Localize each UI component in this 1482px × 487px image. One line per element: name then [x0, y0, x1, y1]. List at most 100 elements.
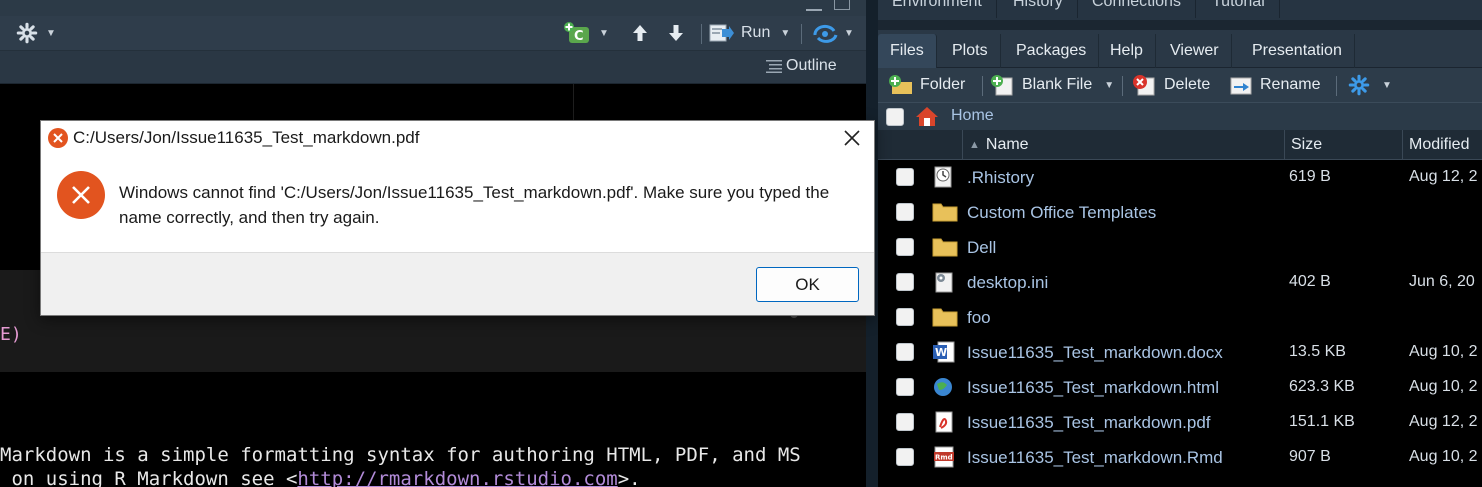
insert-chunk-icon: C	[564, 22, 589, 44]
file-modified: Aug 10, 2	[1409, 343, 1478, 360]
publish-button[interactable]: ▼	[812, 23, 854, 43]
file-name-link[interactable]: Issue11635_Test_markdown.html	[967, 378, 1219, 398]
rmd-file-icon: Rmd	[932, 446, 956, 468]
file-name-link[interactable]: Issue11635_Test_markdown.Rmd	[967, 448, 1223, 468]
svg-text:C: C	[574, 29, 584, 44]
word-file-icon: W	[932, 341, 956, 363]
file-size: 619 B	[1289, 168, 1331, 185]
file-row[interactable]: Dell	[878, 230, 1482, 265]
file-row[interactable]: .Rhistory 619 B Aug 12, 2	[878, 160, 1482, 195]
new-folder-button[interactable]: Folder	[888, 74, 965, 96]
file-name-link[interactable]: Issue11635_Test_markdown.pdf	[967, 413, 1211, 433]
run-icon	[709, 24, 734, 42]
tab-tutorial[interactable]: Tutorial	[1198, 0, 1280, 18]
tab-packages[interactable]: Packages	[1004, 34, 1100, 68]
file-checkbox[interactable]	[896, 203, 914, 221]
maximize-icon[interactable]	[834, 0, 850, 10]
file-row[interactable]: Issue11635_Test_markdown.pdf 151.1 KB Aug …	[878, 405, 1482, 440]
chevron-down-icon: ▼	[599, 27, 609, 39]
file-size: 623.3 KB	[1289, 378, 1355, 395]
breadcrumb-home-link[interactable]: Home	[951, 107, 994, 125]
folder-icon	[932, 306, 958, 328]
tab-help[interactable]: Help	[1098, 34, 1156, 68]
arrow-down-icon	[669, 25, 683, 41]
editor-toolbar: ▼ C ▼ Run ▼ ▼	[0, 16, 866, 51]
tab-environment[interactable]: Environment	[878, 0, 997, 18]
file-row[interactable]: Custom Office Templates	[878, 195, 1482, 230]
outline-icon	[766, 60, 782, 73]
file-name-link[interactable]: Issue11635_Test_markdown.docx	[967, 343, 1223, 363]
file-checkbox[interactable]	[896, 343, 914, 361]
toolbar-separator	[1122, 76, 1123, 96]
chevron-down-icon: ▼	[1382, 79, 1392, 91]
chevron-down-icon: ▼	[46, 27, 56, 39]
gear-icon	[16, 22, 38, 44]
arrow-up-icon	[633, 25, 647, 41]
file-checkbox[interactable]	[896, 308, 914, 326]
file-name-link[interactable]: Dell	[967, 238, 996, 258]
markdown-link[interactable]: http://rmarkdown.rstudio.com	[297, 468, 617, 487]
file-checkbox[interactable]	[896, 448, 914, 466]
home-icon[interactable]	[914, 105, 940, 127]
delete-button[interactable]: Delete	[1132, 74, 1210, 96]
chunk-code-fragment: E)	[0, 324, 22, 345]
column-header-size[interactable]: Size	[1284, 130, 1402, 160]
history-file-icon	[932, 166, 956, 188]
file-size: 907 B	[1289, 448, 1331, 465]
delete-icon	[1133, 75, 1155, 96]
more-actions-button[interactable]: ▼	[1348, 74, 1392, 96]
blank-file-label: Blank File	[1022, 76, 1093, 93]
minimize-icon[interactable]	[806, 4, 822, 11]
file-row[interactable]: desktop.ini 402 B Jun 6, 20	[878, 265, 1482, 300]
ok-button[interactable]: OK	[756, 267, 859, 302]
column-header-modified-label: Modified	[1409, 136, 1470, 153]
column-header-name[interactable]: ▲ Name	[962, 130, 1284, 160]
file-checkbox[interactable]	[896, 413, 914, 431]
markdown-text-line: on using R Markdown see <http://rmarkdow…	[0, 468, 641, 487]
file-name-link[interactable]: foo	[967, 308, 991, 328]
file-checkbox[interactable]	[896, 168, 914, 186]
file-name-link[interactable]: .Rhistory	[967, 168, 1034, 188]
file-checkbox[interactable]	[896, 378, 914, 396]
new-blank-file-button[interactable]: Blank File ▼	[990, 74, 1114, 96]
insert-chunk-button[interactable]: C ▼	[563, 21, 609, 45]
error-icon	[57, 171, 105, 219]
close-button[interactable]	[839, 125, 865, 151]
outline-label: Outline	[786, 57, 837, 74]
folder-icon	[932, 201, 958, 223]
dialog-title: C:/Users/Jon/Issue11635_Test_markdown.pd…	[73, 128, 420, 147]
column-header-modified[interactable]: Modified	[1402, 130, 1482, 160]
tab-plots[interactable]: Plots	[940, 34, 1001, 68]
gear-menu-button[interactable]: ▼	[16, 22, 56, 44]
file-list-header: ▲ Name Size Modified	[878, 130, 1482, 160]
file-name-link[interactable]: Custom Office Templates	[967, 203, 1156, 223]
rename-button[interactable]: Rename	[1228, 74, 1320, 96]
environment-tab-bar: Environment History Connections Tutorial	[878, 0, 1482, 20]
file-row[interactable]: W Issue11635_Test_markdown.docx 13.5 KB Aug…	[878, 335, 1482, 370]
tab-viewer[interactable]: Viewer	[1158, 34, 1232, 68]
file-checkbox[interactable]	[896, 238, 914, 256]
settings-file-icon	[932, 271, 956, 293]
go-to-next-chunk-button[interactable]	[666, 23, 686, 43]
pane-gap	[878, 20, 1482, 30]
sort-ascending-icon: ▲	[969, 139, 980, 151]
file-checkbox[interactable]	[896, 273, 914, 291]
select-all-checkbox[interactable]	[886, 108, 904, 126]
run-button[interactable]: Run ▼	[709, 22, 790, 44]
chevron-down-icon: ▼	[780, 27, 791, 39]
tab-presentation[interactable]: Presentation	[1240, 34, 1355, 68]
file-row[interactable]: Issue11635_Test_markdown.html 623.3 KB Aug…	[878, 370, 1482, 405]
markdown-text: >.	[617, 468, 641, 487]
delete-label: Delete	[1164, 76, 1211, 93]
file-row[interactable]: foo	[878, 300, 1482, 335]
file-row[interactable]: Rmd Issue11635_Test_markdown.Rmd 907 B Aug …	[878, 440, 1482, 475]
file-modified: Aug 12, 2	[1409, 413, 1478, 430]
file-name-link[interactable]: desktop.ini	[967, 273, 1048, 293]
tab-history[interactable]: History	[999, 0, 1078, 18]
toolbar-separator	[1336, 76, 1337, 96]
tab-files[interactable]: Files	[878, 34, 937, 68]
tab-connections[interactable]: Connections	[1078, 0, 1196, 18]
go-to-previous-chunk-button[interactable]	[630, 23, 650, 43]
svg-text:W: W	[935, 346, 947, 359]
outline-button[interactable]: Outline	[766, 57, 837, 75]
